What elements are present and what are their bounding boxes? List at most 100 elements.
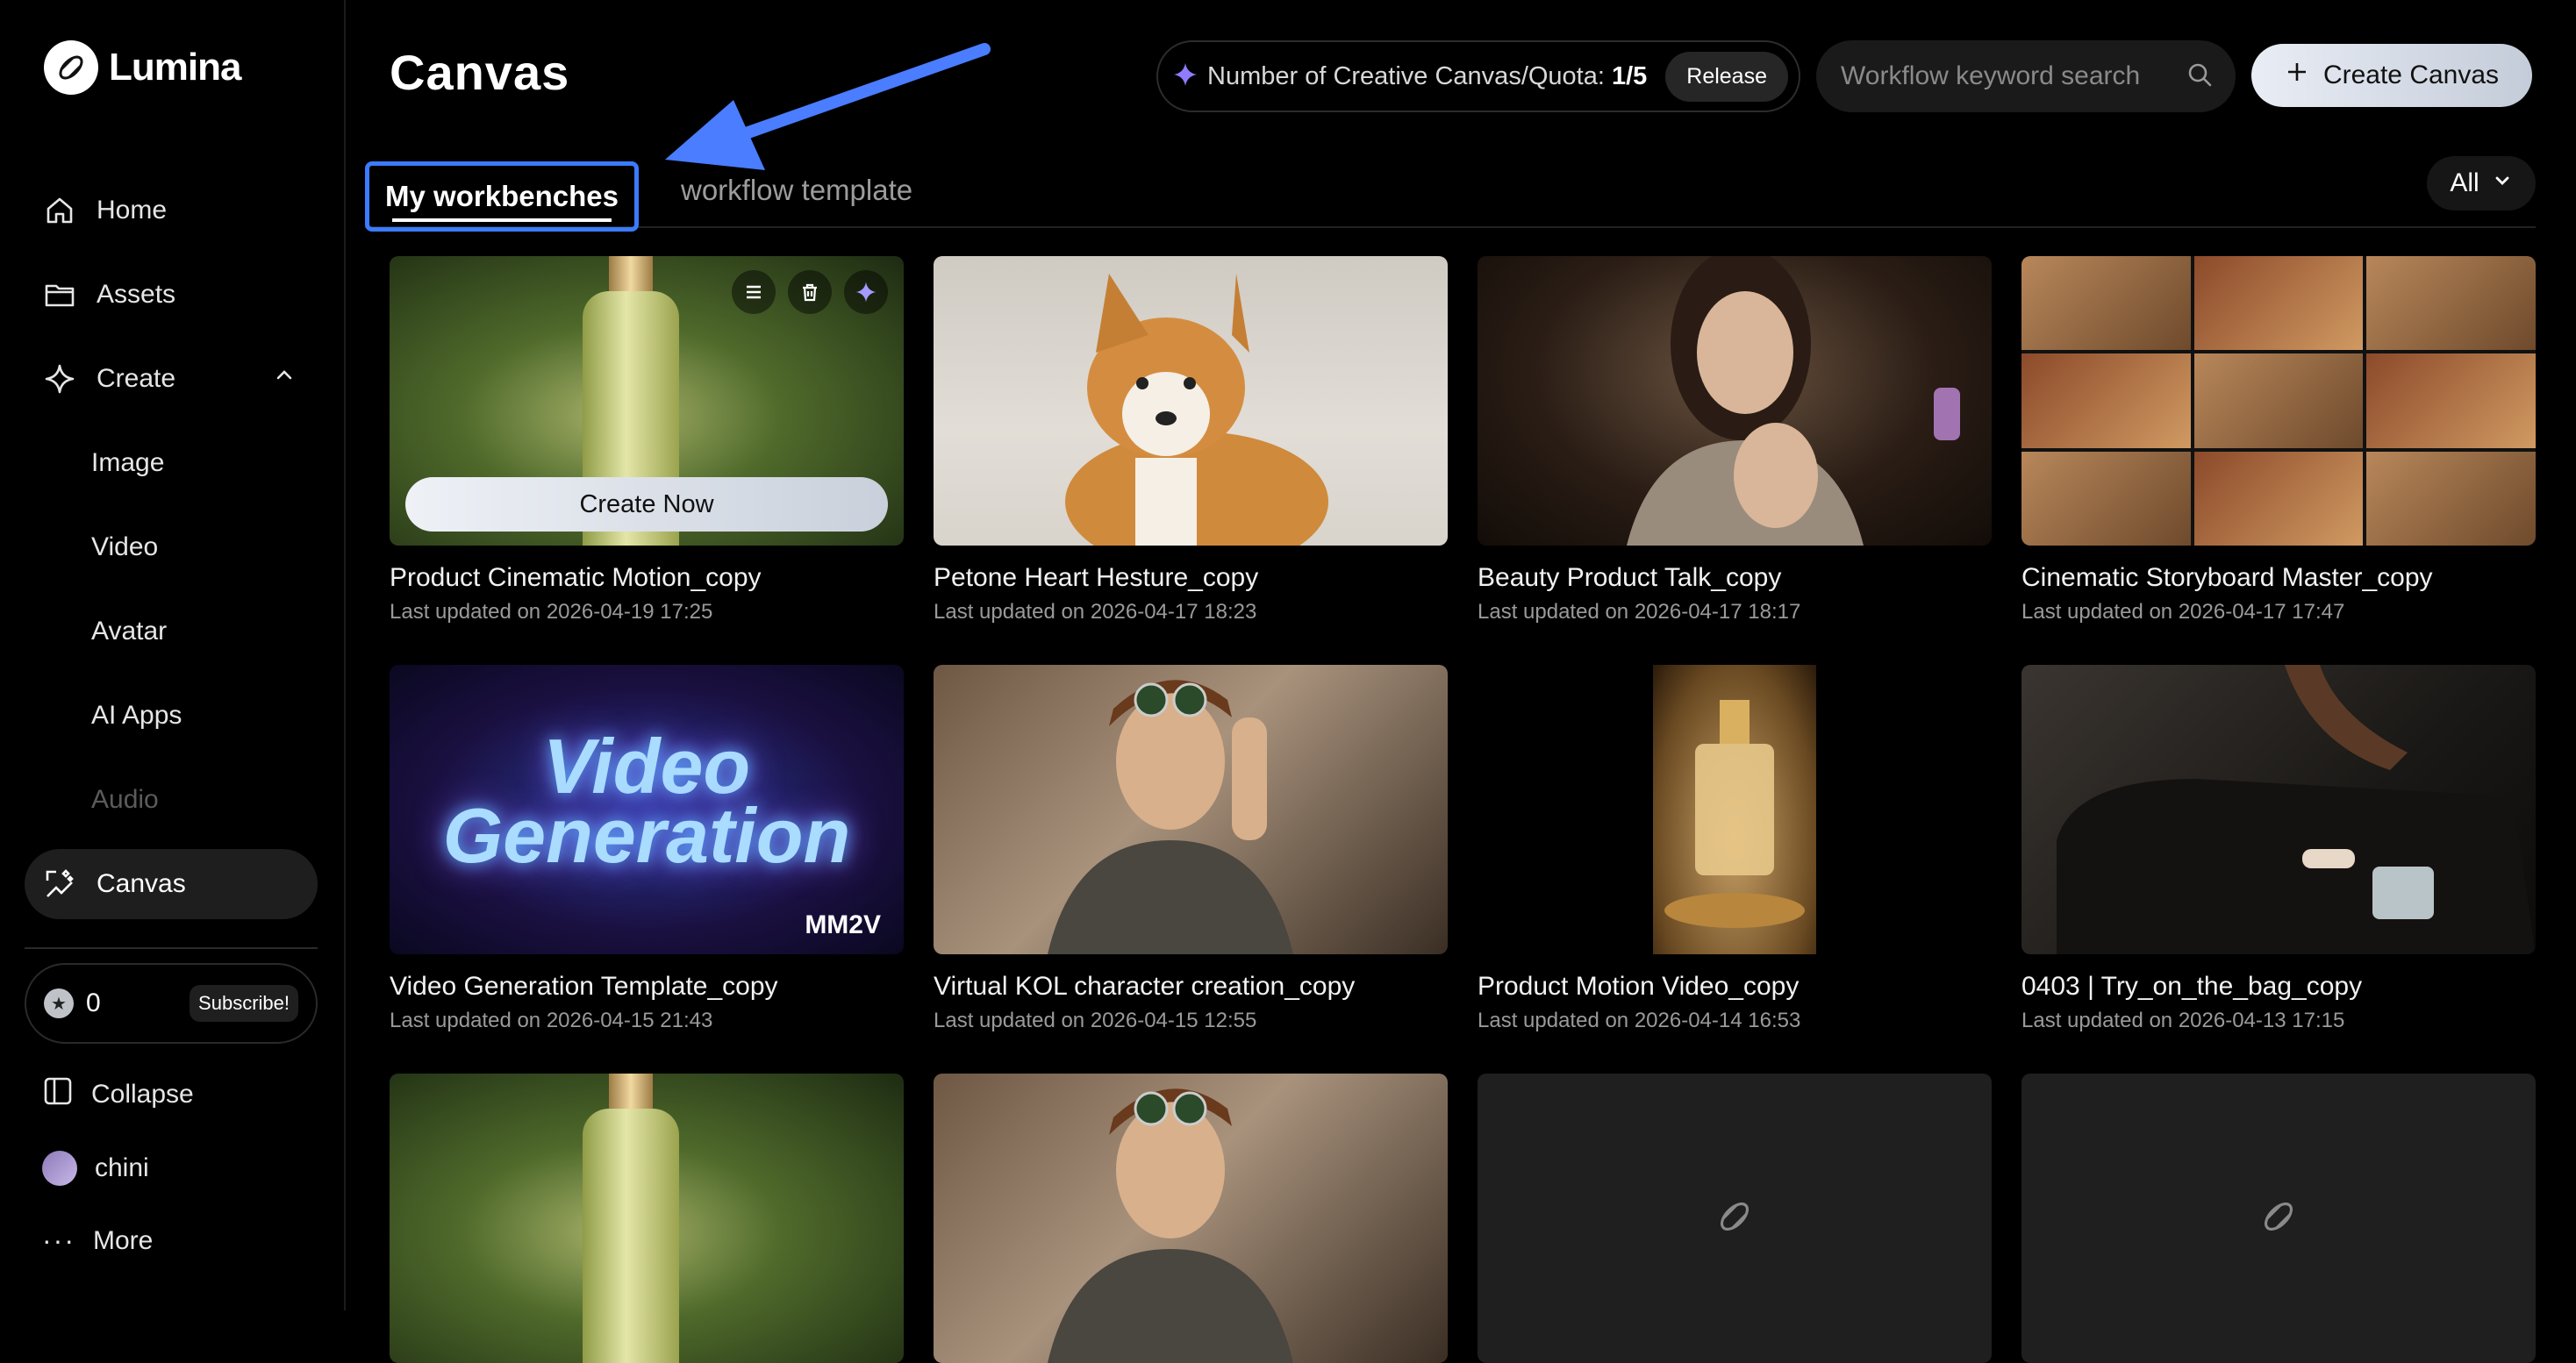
more-button[interactable]: ··· More: [42, 1224, 153, 1257]
chevron-down-icon: [2492, 168, 2513, 198]
card-thumbnail[interactable]: [2021, 256, 2536, 546]
nav-avatar[interactable]: Avatar: [25, 596, 318, 667]
search-bar: [1816, 40, 2236, 112]
nav-home-label: Home: [97, 196, 168, 225]
storyboard-frame: [2193, 256, 2364, 351]
workbench-card[interactable]: Video Generation MM2V Video Generation T…: [390, 665, 904, 1033]
thumbnail-badge: MM2V: [805, 910, 881, 939]
card-date: Last updated on 2026-04-17 17:47: [2021, 600, 2345, 624]
lumina-logo-icon: [2258, 1195, 2300, 1242]
nav-video-label: Video: [91, 532, 159, 561]
menu-icon[interactable]: [732, 270, 776, 314]
bottle-body: [583, 1109, 679, 1363]
card-date: Last updated on 2026-04-15 12:55: [934, 1009, 1257, 1032]
card-thumbnail[interactable]: [1478, 665, 1992, 954]
card-title: Video Generation Template_copy: [390, 972, 778, 1001]
workbench-card[interactable]: Create Now Product Cinematic Motion_copy…: [390, 256, 904, 624]
thumbnail-title: Video Generation: [442, 723, 851, 880]
storyboard-frame: [2021, 451, 2191, 546]
sparkle-icon: [42, 361, 77, 396]
workbench-card[interactable]: Product Motion Video_copy Last updated o…: [1478, 665, 1992, 1033]
workbench-card[interactable]: [390, 1074, 904, 1363]
nav-assets[interactable]: Assets: [25, 260, 318, 330]
chevron-up-icon[interactable]: [272, 363, 297, 395]
more-label: More: [92, 1225, 154, 1255]
workbench-card[interactable]: Cinematic Storyboard Master_copy Last up…: [2021, 256, 2536, 624]
plus-icon: [2285, 60, 2309, 91]
nav-audio: Audio: [25, 765, 318, 835]
workbench-card[interactable]: [934, 1074, 1448, 1363]
nav-ai-apps[interactable]: AI Apps: [25, 681, 318, 751]
workbench-card[interactable]: [2021, 1074, 2536, 1363]
avatar: [42, 1151, 77, 1186]
sparkle-icon[interactable]: [844, 270, 888, 314]
nav-video[interactable]: Video: [25, 512, 318, 582]
nav-create-label: Create: [97, 364, 176, 393]
sidebar-divider: [25, 947, 318, 949]
create-now-button[interactable]: Create Now: [405, 477, 888, 532]
nav-image[interactable]: Image: [25, 428, 318, 498]
storyboard-frame: [2366, 256, 2536, 351]
man-portrait-image: [1048, 680, 1293, 954]
credits-count: 0: [86, 988, 101, 1017]
page-title: Canvas: [390, 45, 570, 100]
workbench-card[interactable]: Virtual KOL character creation_copy Last…: [934, 665, 1448, 1033]
search-input[interactable]: [1839, 61, 2186, 92]
nav-create[interactable]: Create: [25, 344, 318, 414]
tab-my-workbenches[interactable]: My workbenches: [365, 161, 639, 232]
filter-value: All: [2450, 168, 2479, 197]
create-canvas-label: Create Canvas: [2322, 61, 2500, 89]
card-thumbnail-placeholder[interactable]: [2021, 1074, 2536, 1363]
card-title: Product Motion Video_copy: [1478, 972, 1800, 1001]
workbench-card[interactable]: [1478, 1074, 1992, 1363]
trash-icon[interactable]: [788, 270, 832, 314]
main-nav: Home Assets Create Image Video Avatar AI…: [25, 175, 318, 933]
quota-text: Number of Creative Canvas/Quota: 1/5: [1207, 62, 1657, 91]
nav-home[interactable]: Home: [25, 175, 318, 246]
lumina-logo-icon: [44, 40, 98, 95]
sidebar: Lumina Home Assets Create Image Video Av…: [0, 0, 346, 1310]
create-canvas-button[interactable]: Create Canvas: [2251, 44, 2532, 107]
storyboard-frame: [2366, 353, 2536, 448]
filter-dropdown[interactable]: All: [2427, 156, 2536, 211]
collapse-icon: [42, 1075, 74, 1114]
nav-canvas[interactable]: Canvas: [25, 849, 318, 919]
release-button[interactable]: Release: [1665, 51, 1788, 102]
card-thumbnail-placeholder[interactable]: [1478, 1074, 1992, 1363]
nav-ai-apps-label: AI Apps: [91, 701, 182, 730]
card-thumbnail[interactable]: [2021, 665, 2536, 954]
card-title: Cinematic Storyboard Master_copy: [2021, 563, 2433, 592]
workbench-card[interactable]: 0403 | Try_on_the_bag_copy Last updated …: [2021, 665, 2536, 1033]
workbench-card[interactable]: Beauty Product Talk_copy Last updated on…: [1478, 256, 1992, 624]
subscribe-button[interactable]: Subscribe!: [190, 985, 298, 1022]
card-thumbnail[interactable]: [390, 1074, 904, 1363]
card-date: Last updated on 2026-04-19 17:25: [390, 600, 713, 624]
card-thumbnail[interactable]: Video Generation MM2V: [390, 665, 904, 954]
perfume-image: [1653, 665, 1816, 954]
storyboard-frame: [2193, 353, 2364, 448]
brand-logo[interactable]: Lumina: [44, 40, 241, 95]
card-date: Last updated on 2026-04-17 18:17: [1478, 600, 1801, 624]
bag-image: [2057, 665, 2536, 954]
coin-icon: ★: [44, 988, 74, 1018]
storyboard-frame: [2021, 256, 2191, 351]
home-icon: [42, 193, 77, 228]
card-thumbnail[interactable]: [934, 665, 1448, 954]
card-thumbnail[interactable]: Create Now: [390, 256, 904, 546]
nav-audio-label: Audio: [91, 785, 159, 814]
search-icon[interactable]: [2186, 61, 2213, 92]
storyboard-frame: [2193, 451, 2364, 546]
nav-image-label: Image: [91, 448, 165, 477]
collapse-button[interactable]: Collapse: [42, 1075, 194, 1114]
card-thumbnail[interactable]: [934, 1074, 1448, 1363]
nav-avatar-label: Avatar: [91, 617, 168, 646]
storyboard-frame: [2021, 353, 2191, 448]
card-thumbnail[interactable]: [1478, 256, 1992, 546]
tab-workflow-template[interactable]: workflow template: [681, 174, 912, 207]
tab-bar: My workbenches workflow template All: [365, 156, 2536, 232]
user-profile[interactable]: chini: [42, 1151, 149, 1186]
quota-value: 1/5: [1612, 61, 1648, 90]
workbench-card[interactable]: Petone Heart Hesture_copy Last updated o…: [934, 256, 1448, 624]
collapse-label: Collapse: [91, 1080, 194, 1109]
card-thumbnail[interactable]: [934, 256, 1448, 546]
